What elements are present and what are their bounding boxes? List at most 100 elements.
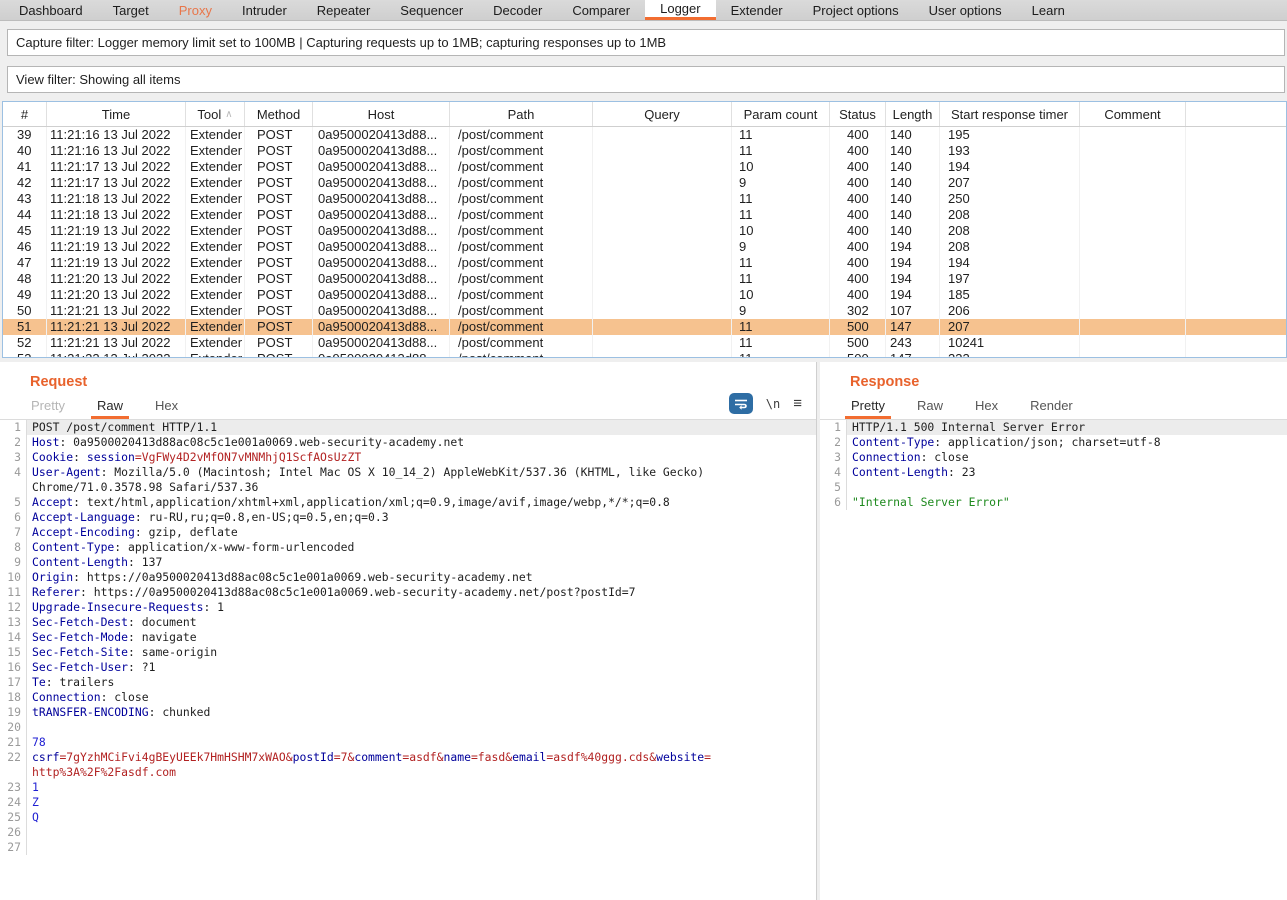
code-line: 2178 — [0, 735, 816, 750]
table-row[interactable]: 4011:21:16 13 Jul 2022ExtenderPOST0a9500… — [3, 143, 1286, 159]
code-line: 2Content-Type: application/json; charset… — [820, 435, 1287, 450]
cell-path: /post/comment — [450, 127, 593, 143]
table-row[interactable]: 5311:21:22 13 Jul 2022ExtenderPOST0a9500… — [3, 351, 1286, 358]
column-header-query[interactable]: Query — [593, 102, 732, 126]
table-row[interactable]: 5111:21:21 13 Jul 2022ExtenderPOST0a9500… — [3, 319, 1286, 335]
menu-item-target[interactable]: Target — [98, 0, 164, 20]
cell-time: 11:21:19 13 Jul 2022 — [47, 255, 186, 271]
cell-tool: Extender — [186, 143, 245, 159]
menu-item-decoder[interactable]: Decoder — [478, 0, 557, 20]
cell-status: 500 — [830, 319, 886, 335]
code-line: 3Cookie: session=VgFWy4D2vMfON7vMNMhjQ1S… — [0, 450, 816, 465]
menu-item-repeater[interactable]: Repeater — [302, 0, 385, 20]
column-header-length[interactable]: Length — [886, 102, 940, 126]
request-tab-hex[interactable]: Hex — [149, 398, 184, 419]
cell-host: 0a9500020413d88... — [313, 239, 450, 255]
table-row[interactable]: 4511:21:19 13 Jul 2022ExtenderPOST0a9500… — [3, 223, 1286, 239]
line-content: Content-Type: application/json; charset=… — [847, 435, 1287, 450]
line-content: Cookie: session=VgFWy4D2vMfON7vMNMhjQ1Sc… — [27, 450, 816, 465]
response-editor[interactable]: 1HTTP/1.1 500 Internal Server Error2Cont… — [820, 420, 1287, 900]
capture-filter-bar[interactable]: Capture filter: Logger memory limit set … — [7, 29, 1285, 56]
line-number: 3 — [820, 450, 847, 465]
cell-tool: Extender — [186, 207, 245, 223]
cell-filler — [1186, 303, 1286, 319]
cell-params: 11 — [732, 335, 830, 351]
column-header-num[interactable]: # — [3, 102, 47, 126]
column-header-method[interactable]: Method — [245, 102, 313, 126]
view-filter-bar[interactable]: View filter: Showing all items — [7, 66, 1285, 93]
cell-path: /post/comment — [450, 191, 593, 207]
code-line: 26 — [0, 825, 816, 840]
soft-wrap-icon[interactable] — [729, 393, 753, 414]
sort-ascending-icon: ∧ — [225, 109, 232, 120]
cell-tool: Extender — [186, 223, 245, 239]
menu-item-logger[interactable]: Logger — [645, 0, 715, 20]
request-tab-raw[interactable]: Raw — [91, 398, 129, 419]
cell-host: 0a9500020413d88... — [313, 271, 450, 287]
cell-host: 0a9500020413d88... — [313, 159, 450, 175]
cell-timer: 194 — [940, 159, 1080, 175]
code-line: 27 — [0, 840, 816, 855]
cell-status: 400 — [830, 239, 886, 255]
cell-comment — [1080, 271, 1186, 287]
code-line: 1HTTP/1.1 500 Internal Server Error — [820, 420, 1287, 435]
editor-menu-icon[interactable]: ≡ — [793, 395, 802, 412]
column-header-host[interactable]: Host — [313, 102, 450, 126]
menu-item-comparer[interactable]: Comparer — [557, 0, 645, 20]
response-tab-pretty[interactable]: Pretty — [845, 398, 891, 419]
cell-length: 107 — [886, 303, 940, 319]
line-content: Sec-Fetch-Site: same-origin — [27, 645, 816, 660]
menu-item-proxy[interactable]: Proxy — [164, 0, 227, 20]
cell-timer: 10241 — [940, 335, 1080, 351]
line-number: 9 — [0, 555, 27, 570]
menu-item-sequencer[interactable]: Sequencer — [385, 0, 478, 20]
table-row[interactable]: 4811:21:20 13 Jul 2022ExtenderPOST0a9500… — [3, 271, 1286, 287]
column-header-time[interactable]: Time — [47, 102, 186, 126]
table-row[interactable]: 4211:21:17 13 Jul 2022ExtenderPOST0a9500… — [3, 175, 1286, 191]
cell-host: 0a9500020413d88... — [313, 319, 450, 335]
menu-item-extender[interactable]: Extender — [716, 0, 798, 20]
menu-item-intruder[interactable]: Intruder — [227, 0, 302, 20]
main-menubar: DashboardTargetProxyIntruderRepeaterSequ… — [0, 0, 1287, 21]
cell-method: POST — [245, 255, 313, 271]
menu-item-dashboard[interactable]: Dashboard — [4, 0, 98, 20]
response-tab-raw[interactable]: Raw — [911, 398, 949, 419]
request-editor[interactable]: 1POST /post/comment HTTP/1.12Host: 0a950… — [0, 420, 816, 900]
response-tab-hex[interactable]: Hex — [969, 398, 1004, 419]
column-header-param-count[interactable]: Param count — [732, 102, 830, 126]
cell-method: POST — [245, 335, 313, 351]
column-header-path[interactable]: Path — [450, 102, 593, 126]
table-row[interactable]: 4611:21:19 13 Jul 2022ExtenderPOST0a9500… — [3, 239, 1286, 255]
table-row[interactable]: 4911:21:20 13 Jul 2022ExtenderPOST0a9500… — [3, 287, 1286, 303]
code-line: 25Q — [0, 810, 816, 825]
line-number: 18 — [0, 690, 27, 705]
line-number: 7 — [0, 525, 27, 540]
cell-path: /post/comment — [450, 319, 593, 335]
cell-filler — [1186, 351, 1286, 358]
column-header-status[interactable]: Status — [830, 102, 886, 126]
column-header-start-response-timer[interactable]: Start response timer — [940, 102, 1080, 126]
newline-icon[interactable]: \n — [766, 397, 780, 411]
cell-time: 11:21:19 13 Jul 2022 — [47, 239, 186, 255]
column-header-comment[interactable]: Comment — [1080, 102, 1186, 126]
cell-method: POST — [245, 351, 313, 358]
cell-params: 10 — [732, 159, 830, 175]
cell-timer: 232 — [940, 351, 1080, 358]
table-row[interactable]: 4411:21:18 13 Jul 2022ExtenderPOST0a9500… — [3, 207, 1286, 223]
cell-method: POST — [245, 127, 313, 143]
table-row[interactable]: 5011:21:21 13 Jul 2022ExtenderPOST0a9500… — [3, 303, 1286, 319]
table-row[interactable]: 5211:21:21 13 Jul 2022ExtenderPOST0a9500… — [3, 335, 1286, 351]
line-content: HTTP/1.1 500 Internal Server Error — [847, 420, 1287, 435]
table-row[interactable]: 3911:21:16 13 Jul 2022ExtenderPOST0a9500… — [3, 127, 1286, 143]
menu-item-project-options[interactable]: Project options — [798, 0, 914, 20]
request-tab-pretty[interactable]: Pretty — [25, 398, 71, 419]
cell-params: 11 — [732, 207, 830, 223]
response-tab-render[interactable]: Render — [1024, 398, 1079, 419]
menu-item-learn[interactable]: Learn — [1017, 0, 1080, 20]
menu-item-user-options[interactable]: User options — [914, 0, 1017, 20]
column-header-tool[interactable]: Tool∧ — [186, 102, 245, 126]
table-row[interactable]: 4711:21:19 13 Jul 2022ExtenderPOST0a9500… — [3, 255, 1286, 271]
table-row[interactable]: 4311:21:18 13 Jul 2022ExtenderPOST0a9500… — [3, 191, 1286, 207]
table-row[interactable]: 4111:21:17 13 Jul 2022ExtenderPOST0a9500… — [3, 159, 1286, 175]
line-content: Content-Type: application/x-www-form-url… — [27, 540, 816, 555]
